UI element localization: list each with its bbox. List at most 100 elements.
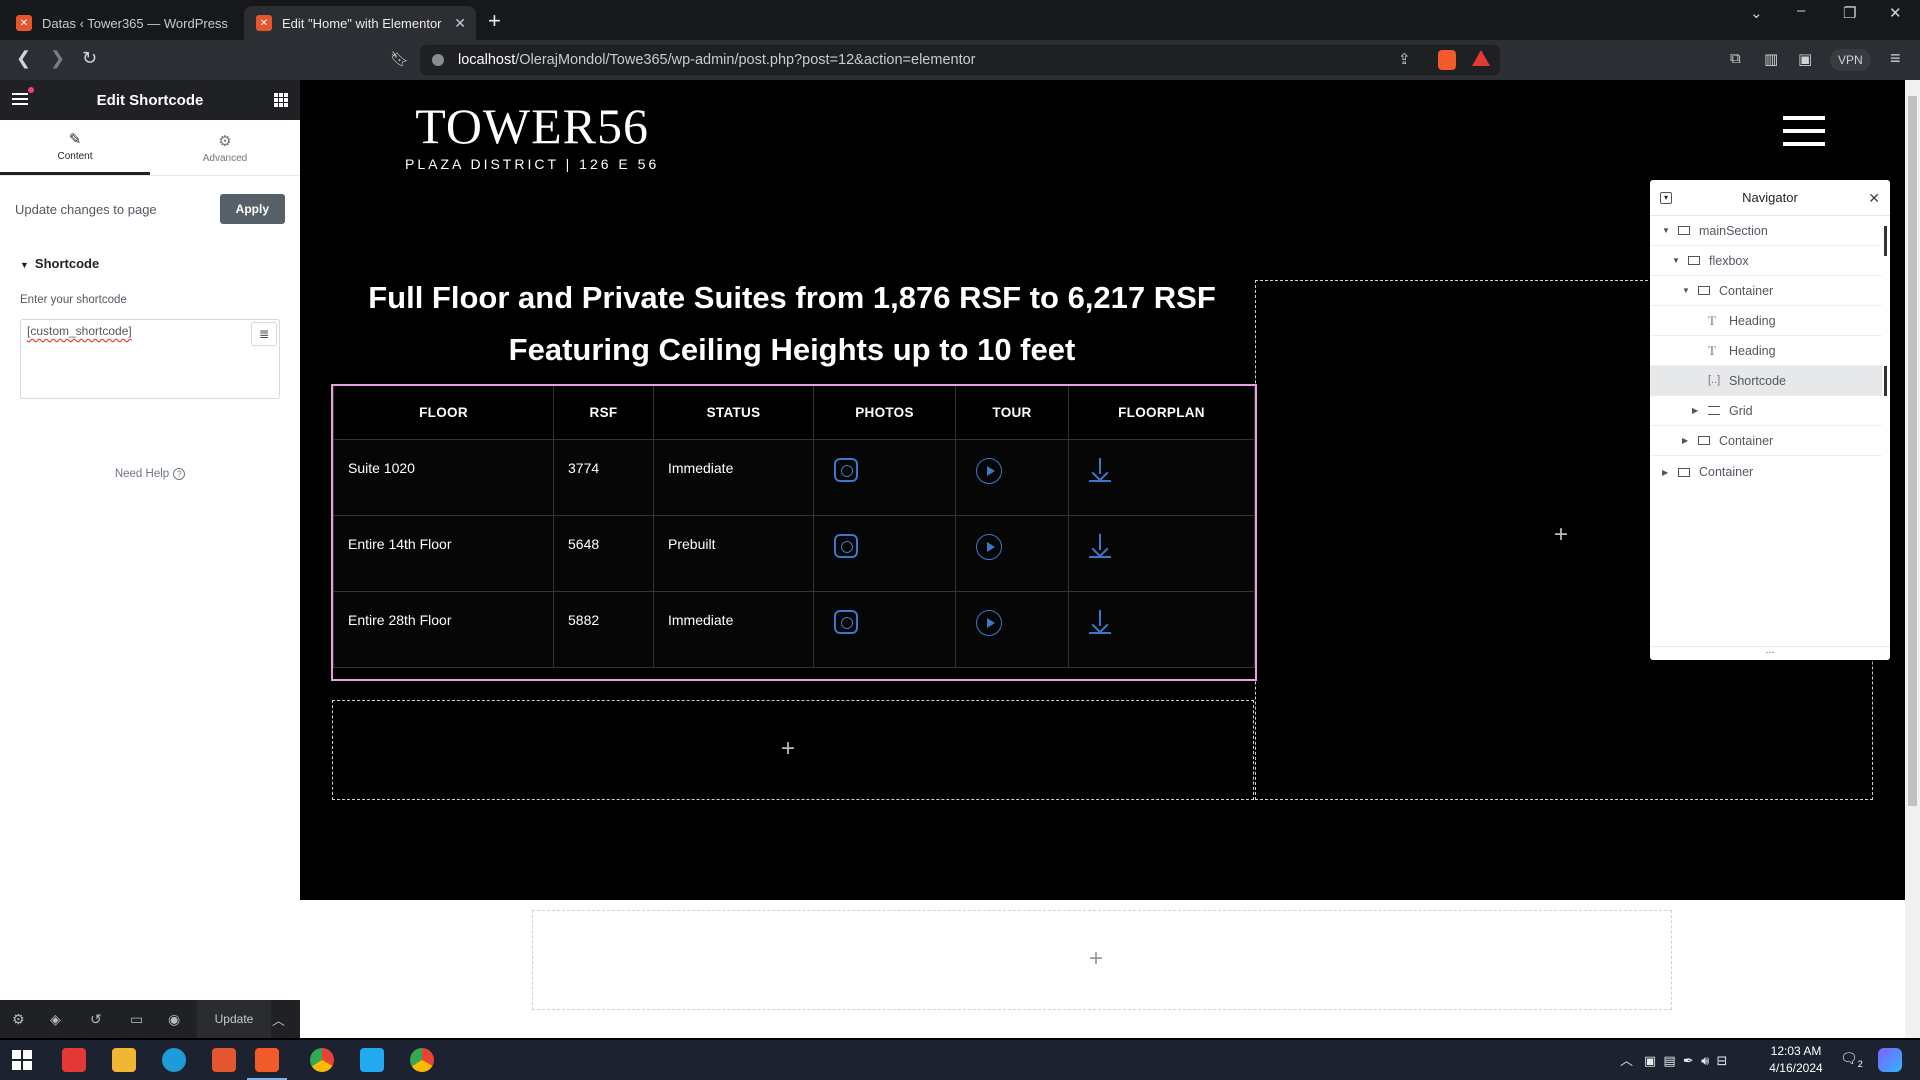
back-button[interactable]: ❮ (16, 48, 31, 69)
volume-icon[interactable]: 🔊︎ (1701, 1053, 1709, 1068)
apply-button[interactable]: Apply (219, 194, 285, 224)
caret-down-icon[interactable]: ▼ (1662, 226, 1672, 235)
brave-rewards-icon[interactable] (1472, 50, 1490, 66)
copilot-icon[interactable] (1878, 1048, 1902, 1072)
close-icon[interactable]: ✕ (1868, 190, 1880, 207)
empty-grid-dropzone[interactable]: + (332, 700, 1254, 800)
play-tour-icon[interactable] (976, 609, 1002, 636)
share-icon[interactable]: ⇪ (1398, 50, 1411, 68)
tray-folder-icon[interactable]: ▤ (1663, 1053, 1675, 1068)
navigator-layers-icon[interactable]: ◈ (50, 1011, 61, 1028)
chrome-app-icon[interactable] (310, 1048, 334, 1072)
update-button[interactable]: Update (197, 1000, 271, 1038)
preview-eye-icon[interactable]: ◉ (168, 1011, 180, 1028)
page-headline[interactable]: Full Floor and Private Suites from 1,876… (330, 272, 1254, 376)
menu-icon[interactable]: ≡ (1890, 48, 1901, 69)
nav-item-flexbox[interactable]: ▼ flexbox (1650, 246, 1882, 276)
empty-section-dropzone[interactable]: + (532, 910, 1672, 1010)
tab-wordpress[interactable]: ✕ Datas ‹ Tower365 — WordPress (4, 6, 244, 40)
scrollbar-thumb[interactable] (1908, 96, 1917, 806)
nav-item-container[interactable]: ▶ Container (1650, 457, 1882, 487)
play-tour-icon[interactable] (976, 533, 1002, 560)
taskbar-clock[interactable]: 12:03 AM 4/16/2024 (1764, 1043, 1828, 1077)
shortcode-section-toggle[interactable]: ▼ Shortcode (20, 256, 99, 271)
responsive-mode-icon[interactable]: ▭ (130, 1011, 143, 1028)
play-tour-icon[interactable] (976, 457, 1002, 484)
instagram-photo-icon[interactable] (834, 533, 858, 558)
chevron-up-icon[interactable]: ︿ (272, 1010, 285, 1029)
nav-item-container[interactable]: ▼ Container (1650, 276, 1882, 306)
download-icon[interactable] (1089, 457, 1111, 484)
cell-status: Immediate (653, 438, 814, 516)
new-tab-button[interactable]: + (488, 8, 501, 34)
cell-floorplan (1068, 438, 1255, 516)
vscode-app-icon[interactable] (360, 1048, 384, 1072)
vpn-button[interactable]: VPN (1830, 49, 1871, 71)
canvas-scrollbar[interactable] (1905, 80, 1920, 1038)
brave-shields-icon[interactable] (1438, 50, 1456, 70)
caret-right-icon[interactable]: ▶ (1692, 406, 1702, 415)
site-info-icon[interactable] (432, 54, 444, 66)
skype-app-icon[interactable] (162, 1048, 186, 1072)
dynamic-tags-icon[interactable]: ≣ (251, 322, 277, 346)
anydesk-app-icon[interactable] (62, 1048, 86, 1072)
bookmark-icon[interactable]: 🔖︎ (390, 50, 409, 68)
notifications-icon[interactable]: 🗨︎2 (1840, 1050, 1863, 1069)
navigator-header[interactable]: ▾ Navigator ✕ (1650, 180, 1890, 216)
navigator-scrollbar[interactable] (1884, 226, 1888, 476)
nav-item-heading[interactable]: T Heading (1650, 306, 1882, 336)
nav-item-heading[interactable]: T Heading (1650, 336, 1882, 366)
tab-elementor[interactable]: ✕ Edit "Home" with Elementor ✕ (244, 6, 476, 40)
address-bar[interactable]: localhost/OlerajMondol/Towe365/wp-admin/… (420, 45, 1500, 75)
nav-item-container[interactable]: ▶ Container (1650, 426, 1882, 456)
nav-item-shortcode[interactable]: [..] Shortcode (1650, 366, 1882, 396)
instagram-photo-icon[interactable] (834, 609, 858, 634)
close-window-button[interactable]: ✕ (1889, 4, 1902, 22)
chrome-app-icon[interactable] (410, 1048, 434, 1072)
caret-right-icon[interactable]: ▶ (1662, 468, 1672, 477)
network-icon[interactable]: ⊟ (1717, 1053, 1728, 1068)
need-help-link[interactable]: Need Help? (0, 468, 300, 480)
tab-advanced[interactable]: ⚙ Advanced (150, 120, 300, 175)
restore-button[interactable]: ❐ (1843, 4, 1856, 22)
download-icon[interactable] (1089, 609, 1111, 636)
nav-item-grid[interactable]: ▶ Grid (1650, 396, 1882, 426)
sidebar-icon[interactable]: ▥ (1764, 50, 1778, 68)
instagram-photo-icon[interactable] (834, 457, 858, 482)
history-icon[interactable]: ↺ (90, 1011, 102, 1028)
wallet-icon[interactable]: ▣ (1798, 50, 1812, 68)
tray-app-icon[interactable]: ▣ (1644, 1053, 1656, 1068)
file-explorer-icon[interactable] (112, 1048, 136, 1072)
settings-icon[interactable]: ⚙ (12, 1011, 25, 1028)
tab-advanced-label: Advanced (202, 152, 248, 164)
extensions-icon[interactable]: ⧉ (1730, 50, 1741, 67)
xampp-app-icon[interactable] (212, 1048, 236, 1072)
caret-right-icon[interactable]: ▶ (1682, 436, 1692, 445)
tab-content[interactable]: ✎ Content (0, 120, 150, 175)
nav-item-mainsection[interactable]: ▼ mainSection (1650, 216, 1882, 246)
panel-menu-icon[interactable] (12, 93, 28, 105)
caret-down-icon[interactable]: ▼ (1672, 256, 1682, 265)
add-element-icon[interactable]: + (1089, 945, 1103, 973)
reload-button[interactable]: ↻ (82, 48, 97, 69)
site-menu-icon[interactable] (1783, 116, 1825, 146)
add-element-icon[interactable]: + (781, 735, 795, 763)
need-help-label: Need Help (114, 468, 170, 480)
add-element-icon[interactable]: + (1554, 521, 1568, 549)
tab-search-chevron-icon[interactable]: ⌄ (1750, 4, 1763, 22)
tray-chevron-icon[interactable]: ︿ (1620, 1053, 1633, 1068)
navigator-resize-handle[interactable]: … (1650, 646, 1890, 660)
caret-down-icon[interactable]: ▼ (1682, 286, 1692, 295)
forward-button[interactable]: ❯ (50, 48, 65, 69)
collapse-all-icon[interactable]: ▾ (1660, 192, 1672, 204)
brave-browser-icon[interactable] (255, 1048, 279, 1072)
tower56-logo[interactable]: TOWER56 PLAZA DISTRICT | 126 E 56 (405, 98, 659, 172)
shortcode-widget-selected[interactable]: FLOOR RSF STATUS PHOTOS TOUR FLOORPLAN S… (331, 384, 1257, 681)
minimize-button[interactable]: – (1797, 2, 1805, 19)
download-icon[interactable] (1089, 533, 1111, 560)
close-tab-icon[interactable]: ✕ (454, 15, 466, 32)
shortcode-textarea[interactable]: [custom_shortcode] ≣ (20, 319, 280, 399)
widgets-grid-icon[interactable] (274, 93, 288, 107)
windows-start-icon[interactable] (12, 1050, 32, 1070)
tray-pen-icon[interactable]: ✒ (1683, 1053, 1694, 1068)
